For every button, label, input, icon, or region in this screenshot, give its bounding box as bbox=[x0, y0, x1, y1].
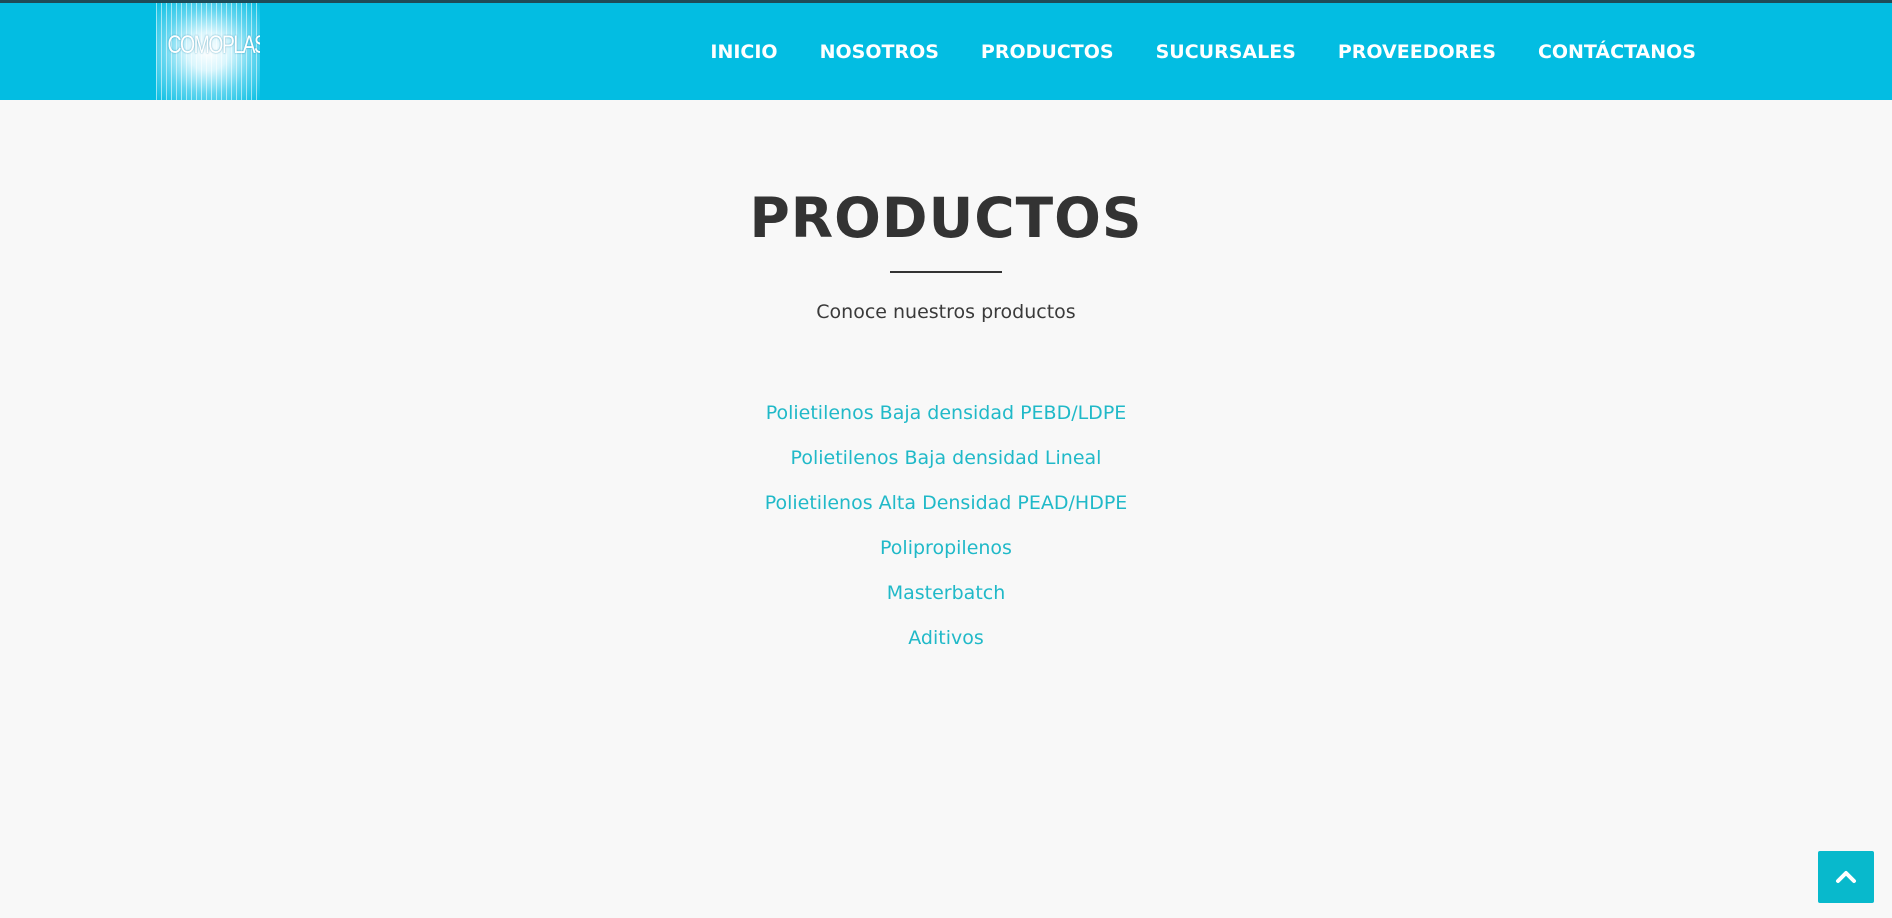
site-header: COMOPLAST INICIO NOSOTROS PRODUCTOS SUCU… bbox=[0, 0, 1892, 100]
list-item: Polipropilenos bbox=[0, 526, 1892, 571]
product-link-masterbatch[interactable]: Masterbatch bbox=[887, 582, 1006, 604]
list-item: Polietilenos Baja densidad Lineal bbox=[0, 436, 1892, 481]
list-item: Polietilenos Alta Densidad PEAD/HDPE bbox=[0, 481, 1892, 526]
product-link-pebd-ldpe[interactable]: Polietilenos Baja densidad PEBD/LDPE bbox=[766, 402, 1127, 424]
back-to-top-button[interactable] bbox=[1818, 851, 1874, 903]
nav-item-contactanos[interactable]: CONTÁCTANOS bbox=[1538, 41, 1696, 63]
main-nav: INICIO NOSOTROS PRODUCTOS SUCURSALES PRO… bbox=[710, 3, 1696, 100]
title-divider bbox=[890, 271, 1002, 273]
page-title: PRODUCTOS bbox=[749, 186, 1143, 250]
nav-item-proveedores[interactable]: PROVEEDORES bbox=[1338, 41, 1496, 63]
list-item: Aditivos bbox=[0, 616, 1892, 661]
nav-item-sucursales[interactable]: SUCURSALES bbox=[1156, 41, 1296, 63]
product-link-polipropilenos[interactable]: Polipropilenos bbox=[880, 537, 1012, 559]
list-item: Polietilenos Baja densidad PEBD/LDPE bbox=[0, 391, 1892, 436]
nav-item-inicio[interactable]: INICIO bbox=[710, 41, 777, 63]
page-subtitle: Conoce nuestros productos bbox=[816, 301, 1076, 323]
product-list: Polietilenos Baja densidad PEBD/LDPE Pol… bbox=[0, 391, 1892, 661]
logo-text: COMOPLAST bbox=[167, 31, 260, 59]
product-link-aditivos[interactable]: Aditivos bbox=[908, 627, 984, 649]
nav-item-productos[interactable]: PRODUCTOS bbox=[981, 41, 1114, 63]
product-link-pead-hdpe[interactable]: Polietilenos Alta Densidad PEAD/HDPE bbox=[765, 492, 1128, 514]
nav-item-nosotros[interactable]: NOSOTROS bbox=[820, 41, 939, 63]
products-section: PRODUCTOS Conoce nuestros productos Poli… bbox=[0, 100, 1892, 661]
comoplast-logo[interactable]: COMOPLAST bbox=[156, 3, 260, 100]
list-item: Masterbatch bbox=[0, 571, 1892, 616]
product-link-pebd-lineal[interactable]: Polietilenos Baja densidad Lineal bbox=[791, 447, 1102, 469]
chevron-up-icon bbox=[1836, 871, 1856, 883]
